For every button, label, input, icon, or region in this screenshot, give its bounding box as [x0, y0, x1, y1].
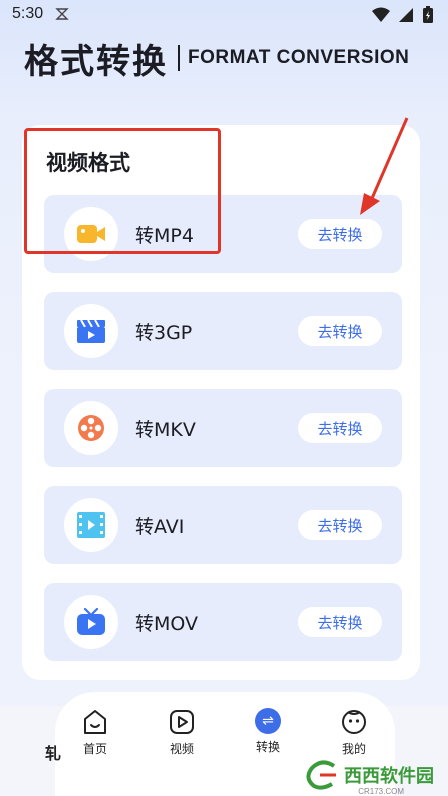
- nav-item-profile[interactable]: 我的: [324, 708, 384, 768]
- convert-icon: ⇌: [255, 708, 281, 734]
- nav-label: 我的: [341, 742, 366, 756]
- nav-label: 首页: [82, 742, 107, 756]
- watermark-logo-icon: [306, 760, 336, 790]
- format-icon-container: [64, 304, 118, 358]
- format-label: 转AVI: [135, 516, 185, 538]
- status-time: 5:30: [12, 5, 44, 22]
- format-row-mkv[interactable]: 转MKV 去转换: [44, 389, 402, 467]
- format-icon-container: [64, 595, 118, 649]
- nav-item-home[interactable]: 首页: [65, 708, 125, 768]
- watermark-url: CR173.COM: [358, 787, 404, 796]
- watermark: 西西软件园: [306, 760, 434, 790]
- profile-face-icon: [342, 710, 366, 734]
- format-row-mov[interactable]: 转MOV 去转换: [44, 583, 402, 661]
- convert-button-mkv[interactable]: 去转换: [298, 413, 382, 443]
- film-strip-icon: [77, 512, 105, 538]
- page-title: 格式转换: [24, 41, 168, 82]
- format-label: 转MOV: [135, 613, 199, 635]
- convert-button-mov[interactable]: 去转换: [298, 607, 382, 637]
- battery-icon: [423, 6, 433, 23]
- page-subtitle: FORMAT CONVERSION: [188, 47, 410, 68]
- nav-label: 视频: [169, 742, 194, 756]
- clapperboard-icon: [77, 319, 105, 343]
- title-divider: [178, 45, 180, 71]
- convert-button-3gp[interactable]: 去转换: [298, 316, 382, 346]
- convert-button-mp4[interactable]: 去转换: [298, 219, 382, 249]
- nav-item-video[interactable]: 视频: [152, 708, 212, 768]
- format-icon-container: [64, 401, 118, 455]
- tv-play-icon: [77, 608, 105, 635]
- signal-icon: [399, 8, 413, 22]
- page-header: 格式转换 FORMAT CONVERSION: [24, 36, 410, 82]
- nav-label: 转换: [255, 740, 280, 754]
- status-bar: 5:30: [0, 0, 448, 32]
- format-icon-container: [64, 498, 118, 552]
- wifi-icon: [372, 7, 390, 22]
- annotation-box-section: [24, 128, 221, 254]
- left-edge-glyph: 轧: [45, 744, 62, 763]
- film-reel-icon: [78, 415, 104, 441]
- watermark-brand: 西西软件园: [344, 766, 434, 787]
- play-icon: [170, 710, 194, 734]
- format-label: 转MKV: [135, 419, 196, 441]
- home-icon: [84, 710, 106, 734]
- format-row-avi[interactable]: 转AVI 去转换: [44, 486, 402, 564]
- format-row-3gp[interactable]: 转3GP 去转换: [44, 292, 402, 370]
- format-label: 转3GP: [135, 322, 193, 344]
- convert-button-avi[interactable]: 去转换: [298, 510, 382, 540]
- annotation-arrow-icon: [360, 117, 409, 215]
- nav-item-convert[interactable]: ⇌ 转换: [238, 708, 298, 768]
- notification-icon: [55, 8, 69, 20]
